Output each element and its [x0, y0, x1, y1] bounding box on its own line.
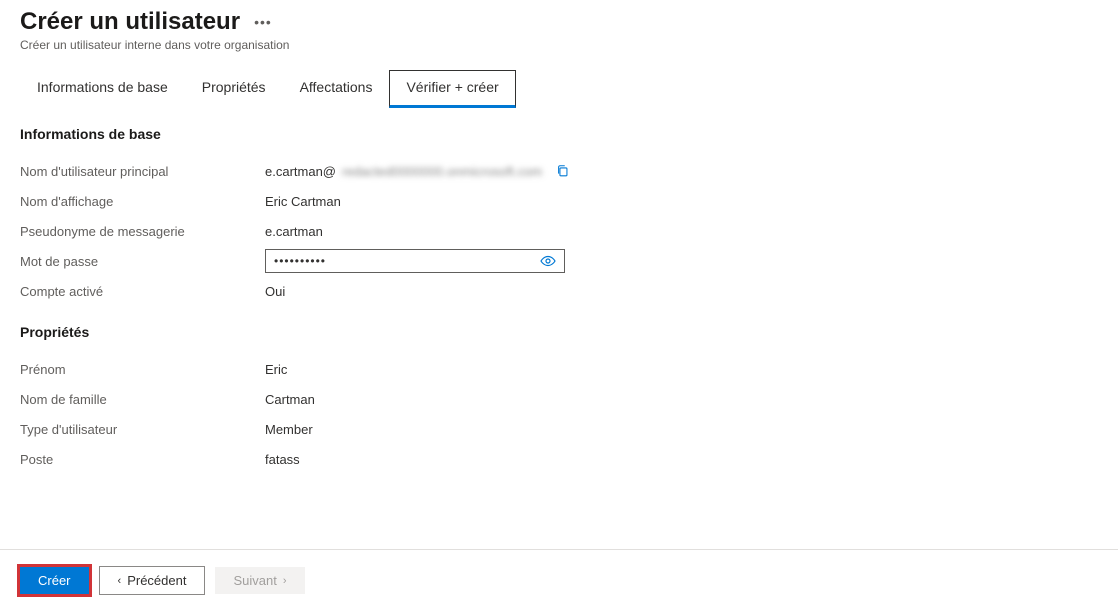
upn-domain: redacted0000000.onmicrosoft.com — [342, 164, 542, 179]
row-mail-nickname: Pseudonyme de messagerie e.cartman — [20, 216, 1098, 246]
row-job-title: Poste fatass — [20, 444, 1098, 474]
label-first-name: Prénom — [20, 362, 265, 377]
row-last-name: Nom de famille Cartman — [20, 384, 1098, 414]
label-mail-nickname: Pseudonyme de messagerie — [20, 224, 265, 239]
previous-label: Précédent — [127, 573, 186, 588]
more-icon[interactable]: ••• — [254, 14, 272, 30]
next-label: Suivant — [233, 573, 276, 588]
label-display-name: Nom d'affichage — [20, 194, 265, 209]
section-title-basic: Informations de base — [20, 126, 1098, 142]
label-upn: Nom d'utilisateur principal — [20, 164, 265, 179]
footer: Créer ‹ Précédent Suivant › — [0, 549, 1118, 611]
value-display-name: Eric Cartman — [265, 194, 341, 209]
value-job-title: fatass — [265, 452, 300, 467]
row-password: Mot de passe •••••••••• — [20, 246, 1098, 276]
value-mail-nickname: e.cartman — [265, 224, 323, 239]
section-title-properties: Propriétés — [20, 324, 1098, 340]
value-last-name: Cartman — [265, 392, 315, 407]
label-password: Mot de passe — [20, 254, 265, 269]
tab-basic-info[interactable]: Informations de base — [20, 70, 185, 108]
tab-assignments[interactable]: Affectations — [283, 70, 390, 108]
value-first-name: Eric — [265, 362, 287, 377]
tab-review-create[interactable]: Vérifier + créer — [389, 70, 515, 108]
tab-properties[interactable]: Propriétés — [185, 70, 283, 108]
label-user-type: Type d'utilisateur — [20, 422, 265, 437]
value-user-type: Member — [265, 422, 313, 437]
chevron-right-icon: › — [283, 575, 287, 587]
row-account-enabled: Compte activé Oui — [20, 276, 1098, 306]
tabs: Informations de base Propriétés Affectat… — [0, 58, 1118, 108]
page-title: Créer un utilisateur — [20, 8, 240, 36]
label-job-title: Poste — [20, 452, 265, 467]
next-button: Suivant › — [215, 567, 304, 594]
row-first-name: Prénom Eric — [20, 354, 1098, 384]
eye-icon[interactable] — [540, 253, 556, 269]
label-account-enabled: Compte activé — [20, 284, 265, 299]
row-upn: Nom d'utilisateur principal e.cartman@ re… — [20, 156, 1098, 186]
create-button[interactable]: Créer — [20, 567, 89, 594]
password-field[interactable]: •••••••••• — [265, 249, 565, 273]
chevron-left-icon: ‹ — [118, 575, 122, 587]
row-user-type: Type d'utilisateur Member — [20, 414, 1098, 444]
copy-icon[interactable] — [556, 164, 570, 178]
page-subtitle: Créer un utilisateur interne dans votre … — [20, 38, 1098, 52]
upn-prefix: e.cartman@ — [265, 164, 336, 179]
value-account-enabled: Oui — [265, 284, 285, 299]
password-value: •••••••••• — [274, 254, 326, 268]
row-display-name: Nom d'affichage Eric Cartman — [20, 186, 1098, 216]
value-upn: e.cartman@ redacted0000000.onmicrosoft.co… — [265, 164, 570, 179]
previous-button[interactable]: ‹ Précédent — [99, 566, 206, 595]
label-last-name: Nom de famille — [20, 392, 265, 407]
